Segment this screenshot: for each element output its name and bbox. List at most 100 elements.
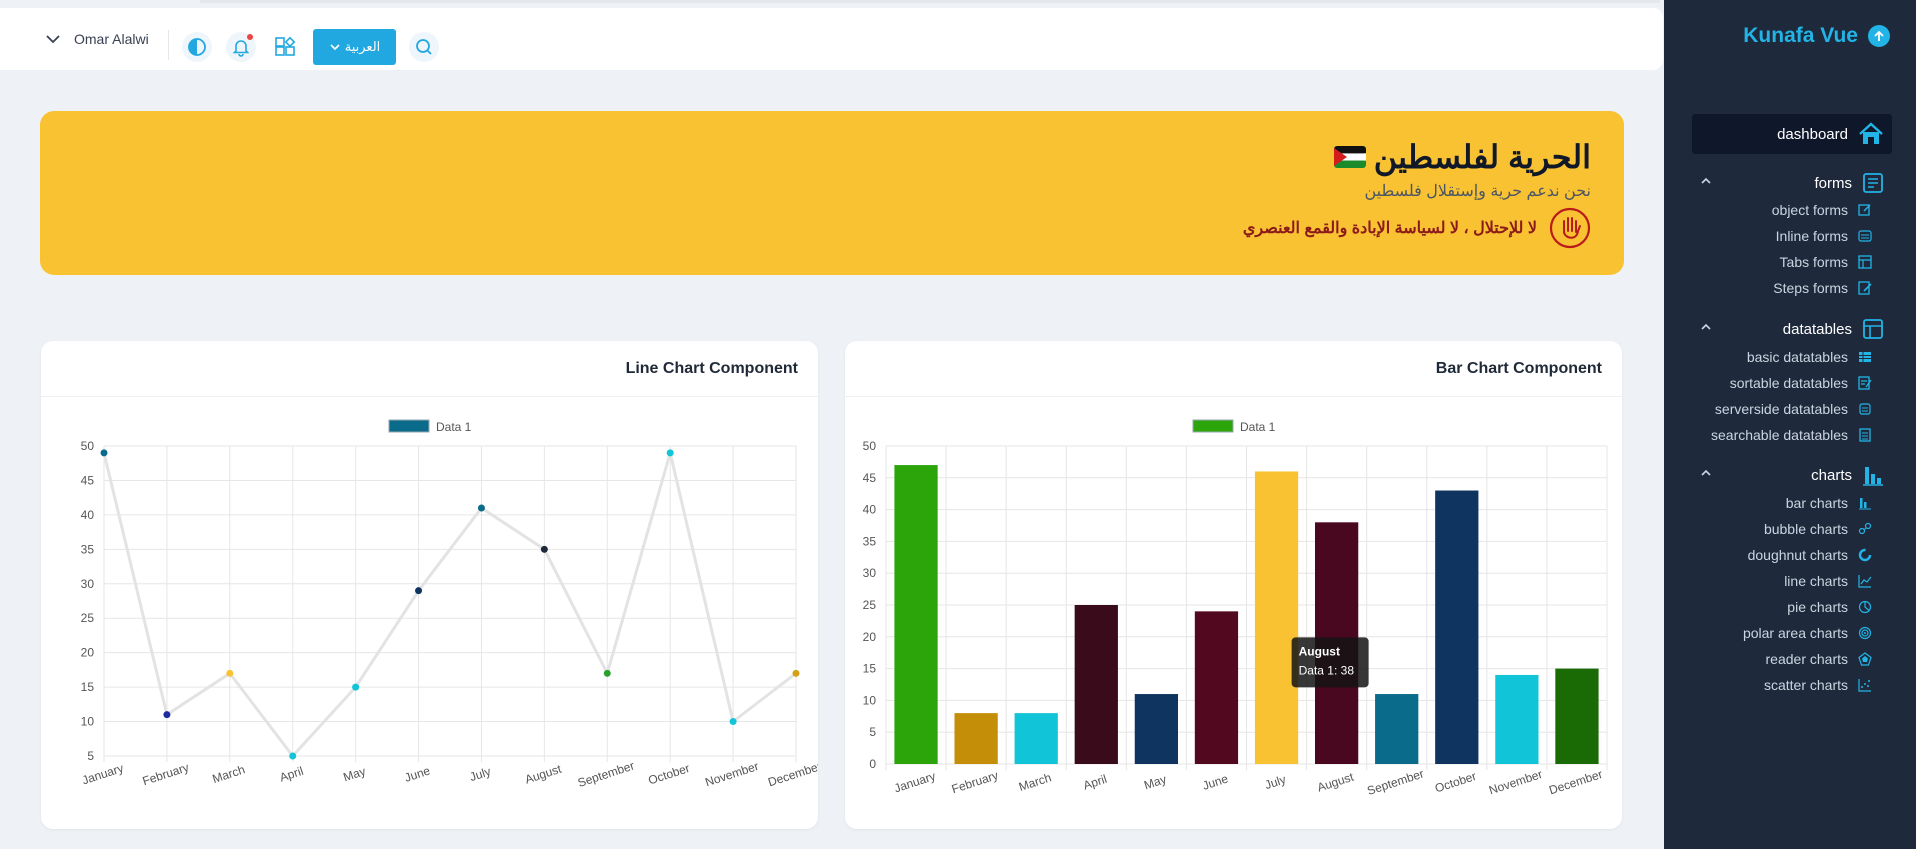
x-tick-label: September	[1365, 766, 1425, 797]
line-chart-title: Line Chart Component	[41, 341, 818, 397]
x-tick-label: April	[278, 764, 305, 785]
sidebar-item-label: bar charts	[1785, 495, 1848, 511]
x-tick-label: November	[703, 759, 760, 789]
sidebar-item-tabs-forms[interactable]: Tabs forms	[1780, 252, 1872, 272]
x-tick-label: February	[141, 760, 191, 788]
data-point	[792, 669, 800, 677]
sidebar-item-steps-forms[interactable]: Steps forms	[1773, 278, 1872, 298]
bar	[1014, 713, 1058, 764]
x-tick-label: August	[523, 762, 563, 787]
x-tick-label: March	[211, 762, 247, 786]
sidebar-item-doughnut-charts[interactable]: doughnut charts	[1748, 545, 1872, 565]
sidebar-item-polar-area-charts[interactable]: polar area charts	[1743, 623, 1872, 643]
x-tick-label: October	[1433, 769, 1478, 796]
sidebar-item-basic-datatables[interactable]: basic datatables	[1747, 347, 1872, 367]
sidebar: Kunafa Vue dashboard forms object forms …	[1664, 0, 1916, 849]
sidebar-group-label: forms	[1814, 174, 1853, 192]
brand[interactable]: Kunafa Vue	[1743, 24, 1890, 48]
banner-subtitle: نحن ندعم حرية وإستقلال فلسطين	[1364, 183, 1591, 200]
y-tick-label: 10	[81, 715, 95, 729]
data-point	[163, 711, 171, 719]
brand-title: Kunafa Vue	[1743, 24, 1858, 47]
sidebar-item-serverside-datatables[interactable]: serverside datatables	[1715, 399, 1872, 419]
legend-swatch	[388, 419, 430, 433]
sidebar-item-pie-charts[interactable]: pie charts	[1787, 597, 1872, 617]
x-tick-label: March	[1017, 770, 1053, 794]
data-point	[100, 449, 108, 457]
edit-icon	[1858, 203, 1872, 217]
sidebar-group-charts[interactable]: charts	[1692, 463, 1892, 487]
sidebar-item-dashboard[interactable]: dashboard	[1692, 114, 1892, 154]
bar	[1495, 674, 1539, 764]
y-tick-label: 45	[81, 473, 95, 487]
sidebar-item-label: Inline forms	[1775, 228, 1848, 244]
data-point	[289, 752, 297, 760]
x-tick-label: July	[1263, 772, 1288, 792]
chevron-up-icon	[1700, 175, 1712, 187]
user-menu[interactable]: Omar Alalwi	[44, 30, 149, 48]
apps-button[interactable]	[270, 32, 300, 62]
x-tick-label: June	[403, 763, 432, 784]
data-point	[226, 669, 234, 677]
sidebar-item-label: pie charts	[1787, 599, 1848, 615]
sidebar-item-label: bubble charts	[1763, 521, 1848, 537]
data-point	[415, 587, 423, 595]
sidebar-item-label: reader charts	[1765, 651, 1848, 667]
steps-icon	[1858, 281, 1872, 295]
sidebar-item-object-forms[interactable]: object forms	[1772, 200, 1872, 220]
sidebar-item-sortable-datatables[interactable]: sortable datatables	[1730, 373, 1872, 393]
sidebar-item-line-charts[interactable]: line charts	[1784, 571, 1872, 591]
sidebar-item-label: serverside datatables	[1714, 401, 1848, 417]
sidebar-item-inline-forms[interactable]: Inline forms	[1776, 226, 1872, 246]
apps-icon	[274, 36, 296, 58]
x-tick-label: July	[468, 764, 493, 784]
sidebar-item-scatter-charts[interactable]: scatter charts	[1764, 675, 1872, 695]
sidebar-group-forms[interactable]: forms	[1692, 171, 1892, 195]
x-tick-label: May	[1142, 772, 1168, 792]
sidebar-item-label: doughnut charts	[1747, 547, 1848, 563]
notifications-button[interactable]	[226, 32, 256, 62]
banner-message: لا للإحتلال ، لا لسياسة الإبادة والقمع ا…	[1243, 207, 1591, 249]
bar	[1074, 605, 1118, 764]
y-tick-label: 45	[863, 471, 877, 485]
chevron-down-icon	[329, 41, 341, 53]
y-tick-label: 15	[863, 662, 877, 676]
sidebar-item-reader-charts[interactable]: reader charts	[1766, 649, 1872, 669]
sidebar-group-label: datatables	[1782, 320, 1852, 338]
language-button[interactable]: العربية	[313, 29, 396, 65]
line-chart[interactable]: 5 10 15 20 25 30 35 40 45 50 January February March A…	[41, 397, 818, 829]
tooltip-title: August	[1299, 644, 1340, 658]
search-icon	[414, 37, 434, 57]
bar-chart-title: Bar Chart Component	[845, 341, 1622, 397]
bar-chart[interactable]: 0 5 10 15 20 25 30 35 40 45 50 January February March…	[845, 397, 1622, 829]
x-tick-label: February	[950, 768, 1000, 796]
sidebar-item-label: searchable datatables	[1711, 427, 1848, 443]
bar-chart-icon	[1862, 464, 1884, 486]
sidebar-item-label: line charts	[1784, 573, 1848, 589]
polar-chart-icon	[1858, 626, 1872, 640]
bell-icon	[231, 37, 251, 57]
banner-title-text: الحرية لفلسطين	[1373, 139, 1591, 175]
bar	[1134, 694, 1179, 764]
home-icon	[1858, 122, 1884, 146]
search-button[interactable]	[409, 32, 439, 62]
x-tick-label: November	[1487, 767, 1544, 797]
y-tick-label: 25	[863, 598, 877, 612]
sidebar-group-datatables[interactable]: datatables	[1692, 317, 1892, 341]
sidebar-item-bubble-charts[interactable]: bubble charts	[1764, 519, 1872, 539]
series-line	[102, 446, 797, 759]
divider	[168, 30, 169, 60]
list-icon	[1858, 229, 1872, 243]
theme-toggle-button[interactable]	[182, 32, 212, 62]
banner-title: الحرية لفلسطين	[1333, 138, 1591, 176]
sidebar-item-searchable-datatables[interactable]: searchable datatables	[1711, 425, 1872, 445]
y-tick-label: 40	[81, 508, 95, 522]
y-tick-label: 35	[81, 542, 95, 556]
x-tick-label: May	[341, 764, 367, 784]
data-point	[540, 545, 548, 553]
x-tick-label: December	[1547, 767, 1604, 797]
list-icon	[1858, 428, 1872, 442]
sidebar-item-bar-charts[interactable]: bar charts	[1786, 493, 1872, 513]
palestine-flag-icon	[1333, 146, 1366, 168]
legend-label: Data 1	[1240, 420, 1276, 434]
